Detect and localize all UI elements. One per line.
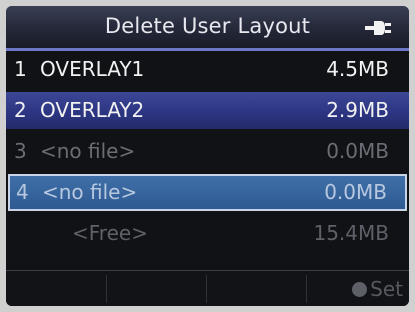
footer-bar: Set [6,271,409,306]
footer-separator [206,275,207,303]
file-row-4[interactable]: 4 <no file> 0.0MB [8,174,407,211]
file-row-2[interactable]: 2 OVERLAY2 2.9MB [6,92,409,129]
camera-lcd-frame: Delete User Layout 1 OVERLAY1 4.5MB 2 OV… [0,0,415,312]
set-label: Set [370,277,403,301]
file-number: 3 [14,139,27,163]
file-name: <no file> [42,180,138,204]
file-number: 2 [14,98,27,122]
menu-title: Delete User Layout [104,14,311,38]
free-size: 15.4MB [313,221,389,245]
file-row-1[interactable]: 1 OVERLAY1 4.5MB [6,51,409,88]
file-size: 0.0MB [324,180,387,204]
free-label: <Free> [72,221,148,245]
circle-button-icon [352,281,368,297]
footer-separator [106,275,107,303]
title-bar: Delete User Layout [6,6,409,51]
file-name: <no file> [40,139,136,163]
file-size: 0.0MB [326,139,389,163]
file-number: 4 [16,180,29,204]
free-space-row: <Free> 15.4MB [6,215,409,252]
file-size: 2.9MB [326,98,389,122]
file-row-3: 3 <no file> 0.0MB [6,133,409,170]
menu-screen: Delete User Layout 1 OVERLAY1 4.5MB 2 OV… [6,6,409,306]
file-list: 1 OVERLAY1 4.5MB 2 OVERLAY2 2.9MB 3 <no … [6,51,409,256]
file-name: OVERLAY1 [40,57,145,81]
file-number: 1 [14,57,27,81]
file-size: 4.5MB [326,57,389,81]
set-button[interactable]: Set [352,275,403,303]
file-name: OVERLAY2 [40,98,145,122]
power-plug-icon [365,21,391,35]
footer-separator [306,275,307,303]
